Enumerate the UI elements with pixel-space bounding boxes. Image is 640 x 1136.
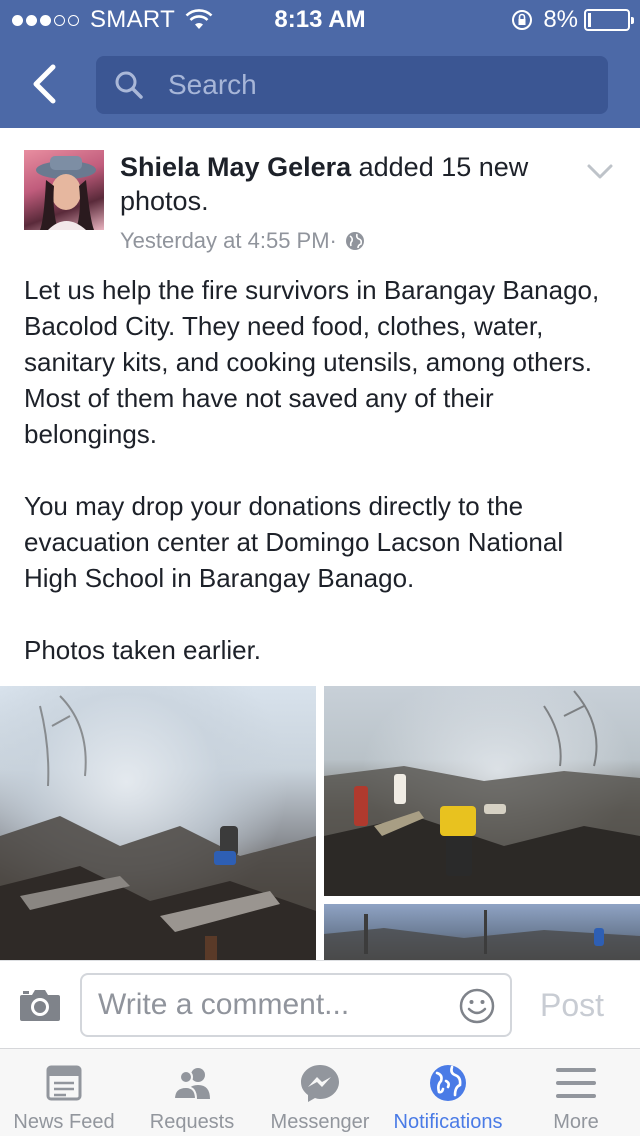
chevron-left-icon <box>33 64 56 104</box>
chevron-down-icon[interactable] <box>586 162 614 182</box>
tab-label: News Feed <box>13 1111 115 1133</box>
photo-grid <box>0 686 640 960</box>
comment-bar: Post <box>0 960 640 1048</box>
photo-image <box>0 695 316 960</box>
author-name[interactable]: Shiela May Gelera <box>120 152 351 182</box>
photo-image <box>324 910 640 960</box>
globe-icon <box>345 232 364 250</box>
tab-more[interactable]: More <box>512 1049 640 1136</box>
avatar-image <box>36 156 96 230</box>
search-input[interactable] <box>168 69 588 101</box>
tab-requests[interactable]: Requests <box>128 1049 256 1136</box>
post-paragraph: Let us help the fire survivors in Barang… <box>24 275 600 449</box>
meta-separator: · <box>329 228 337 253</box>
tab-label: Requests <box>149 1111 235 1133</box>
tab-label: Notifications <box>393 1111 503 1133</box>
post-comment-button[interactable]: Post <box>540 987 604 1024</box>
tab-bar: News Feed Requests Messenger Notificatio… <box>0 1048 640 1136</box>
battery-percent: 8% <box>543 6 578 33</box>
header: SMART 8:13 AM 8% <box>0 0 640 128</box>
post-paragraph: Photos taken earlier. <box>24 635 262 665</box>
requests-icon <box>172 1068 210 1100</box>
post-header: Shiela May Gelera added 15 new photos. <box>120 150 540 218</box>
battery-fill <box>588 13 591 27</box>
rotation-lock-icon <box>512 10 533 30</box>
back-button[interactable] <box>24 62 64 106</box>
search-icon <box>115 71 143 99</box>
comment-input[interactable] <box>98 988 438 1022</box>
camera-icon[interactable] <box>18 985 62 1025</box>
search-bar[interactable] <box>96 56 608 114</box>
photo-image <box>324 690 640 896</box>
news-feed-icon <box>46 1065 82 1101</box>
messenger-icon <box>301 1065 339 1102</box>
smiley-icon[interactable] <box>458 987 496 1025</box>
post-body: Let us help the fire survivors in Barang… <box>24 272 616 704</box>
tab-messenger[interactable]: Messenger <box>256 1049 384 1136</box>
post-timestamp[interactable]: Yesterday at 4:55 PM <box>120 228 330 254</box>
globe-icon <box>430 1065 466 1101</box>
battery-icon <box>584 9 634 31</box>
status-bar: SMART 8:13 AM 8% <box>0 0 640 40</box>
photo-thumbnail[interactable] <box>0 686 316 960</box>
comment-field[interactable] <box>80 973 512 1037</box>
tab-label: More <box>553 1111 599 1133</box>
photo-thumbnail[interactable] <box>324 904 640 960</box>
post-meta: Yesterday at 4:55 PM · <box>120 228 365 254</box>
post-paragraph: You may drop your donations directly to … <box>24 491 564 593</box>
photo-thumbnail[interactable] <box>324 686 640 896</box>
tab-notifications[interactable]: Notifications <box>384 1049 512 1136</box>
status-right: 8% <box>511 6 634 34</box>
menu-icon <box>556 1068 596 1098</box>
avatar[interactable] <box>24 150 104 230</box>
tab-news-feed[interactable]: News Feed <box>0 1049 128 1136</box>
tab-label: Messenger <box>270 1111 370 1133</box>
